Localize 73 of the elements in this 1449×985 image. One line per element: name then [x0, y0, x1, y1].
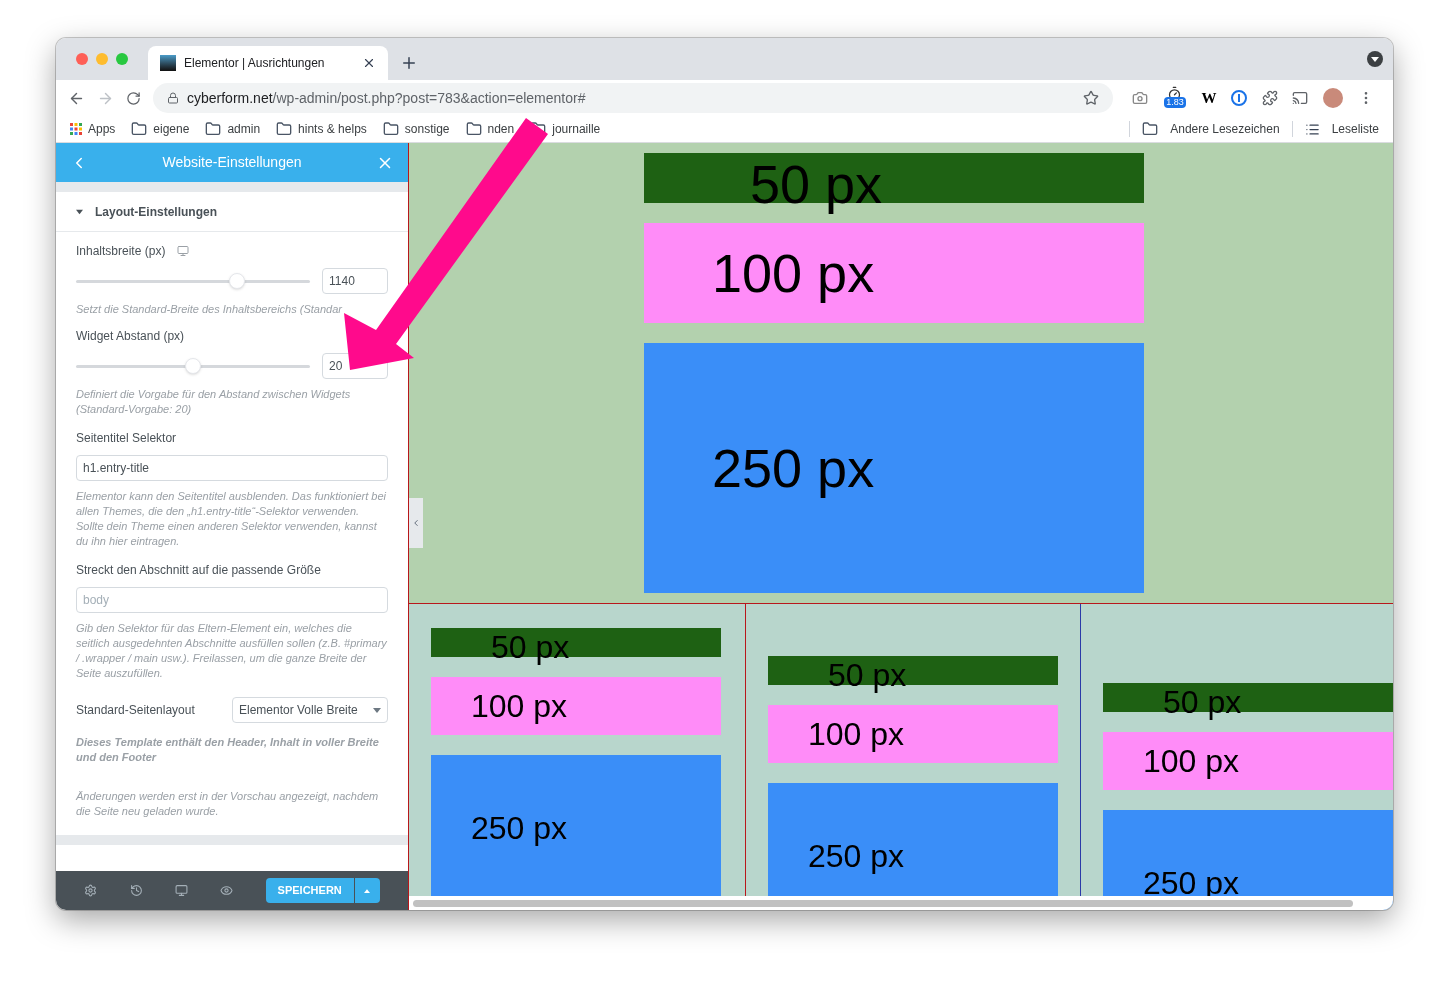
cast-icon[interactable] — [1292, 90, 1309, 106]
bookmark-link[interactable]: Andere Lesezeichen — [1170, 120, 1280, 138]
responsive-icon[interactable] — [174, 884, 188, 897]
folder-icon — [1142, 121, 1159, 137]
new-tab-icon[interactable] — [400, 54, 418, 72]
history-icon[interactable] — [129, 884, 143, 897]
block-label: 100 px — [1143, 745, 1240, 777]
block-label: 250 px — [471, 811, 568, 844]
help-text: Definiert die Vorgabe für den Abstand zwischen Widgets (Standard-Vorgabe: 20) — [76, 387, 352, 417]
extension-badge: 1.83 — [1164, 97, 1186, 108]
horizontal-scrollbar[interactable] — [413, 899, 1353, 907]
bookmark-link[interactable]: hints & helps — [298, 120, 367, 138]
block-label: 100 px — [471, 690, 568, 722]
help-text: Gib den Selektor für das Eltern-Element ein, welches die seitlich ausgedehnten Abschnitte ausfüllen sollen (z.B. #primary / .wrapper / main usw.). Freilassen, um die ganze Breite der Seite auszufüllen. — [76, 621, 388, 681]
text-field[interactable]: body — [76, 587, 388, 613]
slider-track[interactable] — [76, 357, 310, 375]
avatar-icon[interactable] — [1323, 88, 1344, 108]
block-label: 50 px — [827, 655, 907, 691]
note-text: Änderungen werden erst in der Vorschau angezeigt, nachdem die Seite neu geladen wurde. — [76, 789, 380, 819]
save-options-button[interactable] — [354, 878, 380, 903]
block-label: 50 px — [490, 627, 570, 663]
field-label: Standard-Seitenlayout — [76, 702, 195, 719]
w-extension-logo[interactable]: W — [1201, 86, 1217, 110]
folder-icon — [382, 121, 399, 137]
camera-icon[interactable] — [1132, 90, 1149, 106]
bookmark-link[interactable]: journaille — [552, 120, 601, 138]
bookmark-star-icon[interactable] — [1083, 90, 1099, 106]
browser-tab[interactable]: Elementor | Ausrichtungen — [148, 46, 388, 80]
field-label: Streckt den Abschnitt auf die passende Größe — [76, 562, 322, 579]
favicon-icon — [160, 55, 176, 71]
caret-up-icon — [364, 888, 371, 893]
bookmark-link[interactable]: eigene — [153, 120, 190, 138]
lock-icon — [167, 92, 179, 104]
caret-down-icon — [76, 208, 83, 215]
slider-thumb[interactable] — [228, 273, 245, 289]
block-label: 100 px — [808, 718, 905, 750]
bookmark-link[interactable]: Apps — [88, 120, 116, 138]
slider-thumb[interactable] — [185, 358, 201, 374]
preview-icon[interactable] — [220, 884, 234, 897]
help-text: Dieses Template enthält den Header, Inhalt in voller Breite und den Footer — [76, 735, 380, 765]
help-text: Setzt die Standard-Breite des Inhaltsbereichs (Standar — [76, 302, 343, 317]
close-window-icon[interactable] — [76, 53, 88, 65]
help-text: Elementor kann den Seitentitel ausblenden. Das funktioniert bei allen Themes, die den „h1.entry-title“-Selektor verwenden. Sollte dein Theme einen anderen Selektor verwenden, kannst du ihn hier eintragen. — [76, 489, 388, 549]
select-dropdown[interactable]: Elementor Volle Breite — [232, 697, 388, 723]
collapse-panel-handle[interactable] — [409, 498, 423, 548]
section-header[interactable]: Layout-Einstellungen — [56, 192, 408, 232]
block-label: 250 px — [808, 839, 905, 872]
folder-icon — [465, 121, 482, 137]
field-label: Inhaltsbreite (px) — [76, 243, 166, 260]
panel-header: Website-Einstellungen — [56, 143, 408, 182]
close-tab-icon[interactable] — [362, 56, 376, 70]
field-label: Seitentitel Selektor — [76, 430, 178, 447]
folder-icon — [205, 121, 222, 137]
desktop-icon — [177, 245, 190, 257]
caret-icon — [373, 707, 381, 713]
number-field[interactable]: 1140 — [322, 268, 388, 294]
reload-icon[interactable] — [126, 90, 141, 106]
field-label: Widget Abstand (px) — [76, 328, 185, 345]
text-field[interactable]: h1.entry-title — [76, 455, 388, 481]
address-bar[interactable]: cyberform.net/wp-admin/post.php?post=783&action=elementor# — [153, 83, 1113, 113]
block-label: 50 px — [1162, 682, 1242, 718]
bookmark-link[interactable]: admin — [227, 120, 261, 138]
bookmark-link[interactable]: nden — [487, 120, 515, 138]
apps-grid-icon — [70, 123, 82, 135]
reading-list-icon — [1304, 121, 1320, 137]
folder-icon — [131, 121, 148, 137]
settings-icon[interactable] — [84, 884, 98, 897]
folder-icon — [276, 121, 293, 137]
bookmark-link[interactable]: sonstige — [404, 120, 450, 138]
slider-track[interactable] — [76, 272, 310, 290]
reading-list-link[interactable]: Leseliste — [1331, 120, 1379, 138]
extensions-icon[interactable] — [1261, 90, 1278, 106]
tab-search-icon[interactable] — [1367, 51, 1383, 67]
